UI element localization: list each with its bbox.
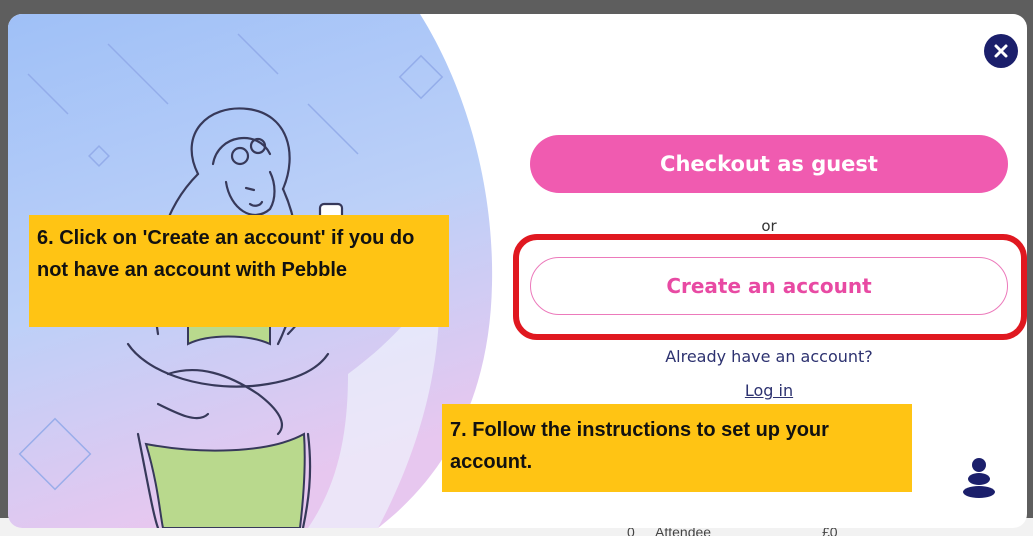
step-7-annotation: 7. Follow the instructions to set up you… xyxy=(442,404,912,492)
or-divider-label: or xyxy=(761,217,777,235)
step-6-annotation: 6. Click on 'Create an account' if you d… xyxy=(29,215,449,327)
close-button[interactable] xyxy=(984,34,1018,68)
close-icon xyxy=(994,44,1008,58)
create-account-button[interactable]: Create an account xyxy=(530,257,1008,315)
pebble-logo-icon xyxy=(963,458,995,498)
login-link[interactable]: Log in xyxy=(530,381,1008,400)
checkout-as-guest-button[interactable]: Checkout as guest xyxy=(530,135,1008,193)
already-have-account-label: Already have an account? xyxy=(665,347,873,366)
